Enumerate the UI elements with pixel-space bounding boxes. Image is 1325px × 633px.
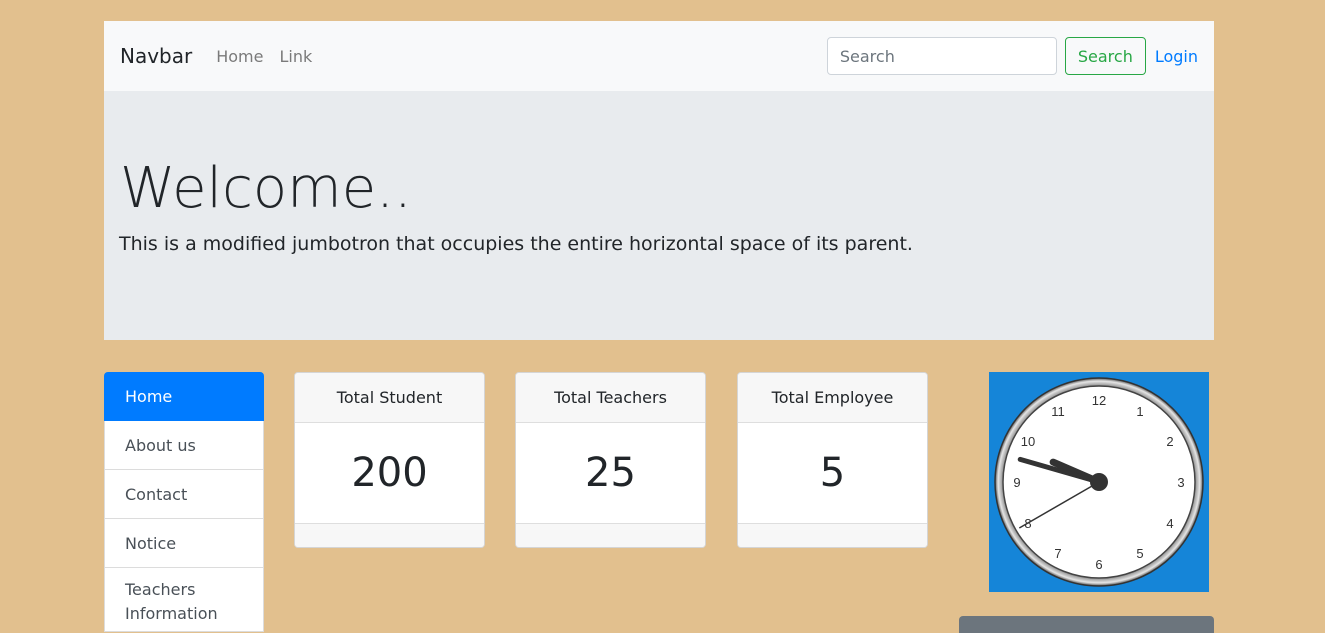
stat-card-value: 5 <box>819 450 846 496</box>
search-input[interactable] <box>826 37 1057 75</box>
clock-number: 9 <box>1013 475 1020 490</box>
jumbotron-text: This is a modified jumbotron that occupi… <box>119 233 913 255</box>
stat-card-employees: Total Employee 5 <box>737 372 928 548</box>
stat-card-title: Total Student <box>295 373 484 423</box>
search-button[interactable]: Search <box>1064 37 1146 75</box>
stat-card-footer <box>295 523 484 547</box>
stat-card-title: Total Teachers <box>516 373 705 423</box>
clock-number: 7 <box>1054 546 1061 561</box>
stat-card-students: Total Student 200 <box>294 372 485 548</box>
clock-face: 121234567891011 <box>994 377 1204 587</box>
clock-number: 2 <box>1166 434 1173 449</box>
clock-number: 4 <box>1166 516 1173 531</box>
jumbotron: Welcome.. This is a modified jumbotron t… <box>104 91 1214 340</box>
clock-number: 5 <box>1136 546 1143 561</box>
nav-link-link[interactable]: Link <box>279 47 312 66</box>
clock-number: 11 <box>1051 404 1065 419</box>
stat-card-value: 25 <box>585 450 636 496</box>
sidebar-item-about-us[interactable]: About us <box>104 421 264 470</box>
clock-number: 12 <box>1092 393 1106 408</box>
clock-number: 3 <box>1177 475 1184 490</box>
navbar-search-form: Search Login <box>826 37 1198 75</box>
stat-card-footer <box>738 523 927 547</box>
bottom-panel-header <box>959 616 1214 633</box>
nav-link-home[interactable]: Home <box>216 47 263 66</box>
clock-number: 6 <box>1095 557 1102 572</box>
analog-clock: 121234567891011 <box>989 372 1209 592</box>
jumbotron-title: Welcome.. <box>120 156 412 221</box>
stat-card-teachers: Total Teachers 25 <box>515 372 706 548</box>
stat-card-value: 200 <box>351 450 428 496</box>
navbar-brand[interactable]: Navbar <box>120 44 192 68</box>
clock-center-pin <box>1090 473 1108 491</box>
clock-number: 10 <box>1021 434 1035 449</box>
login-link[interactable]: Login <box>1155 47 1198 66</box>
sidebar-list: Home About us Contact Notice Teachers In… <box>104 372 264 632</box>
sidebar-item-notice[interactable]: Notice <box>104 519 264 568</box>
stat-card-footer <box>516 523 705 547</box>
sidebar-item-home[interactable]: Home <box>104 372 264 421</box>
sidebar-item-teachers-information[interactable]: Teachers Information <box>104 568 264 632</box>
stat-card-title: Total Employee <box>738 373 927 423</box>
clock-number: 1 <box>1136 404 1143 419</box>
sidebar-item-contact[interactable]: Contact <box>104 470 264 519</box>
page: Navbar Home Link Search Login Welcome.. … <box>0 0 1325 633</box>
navbar: Navbar Home Link Search Login <box>104 21 1214 91</box>
